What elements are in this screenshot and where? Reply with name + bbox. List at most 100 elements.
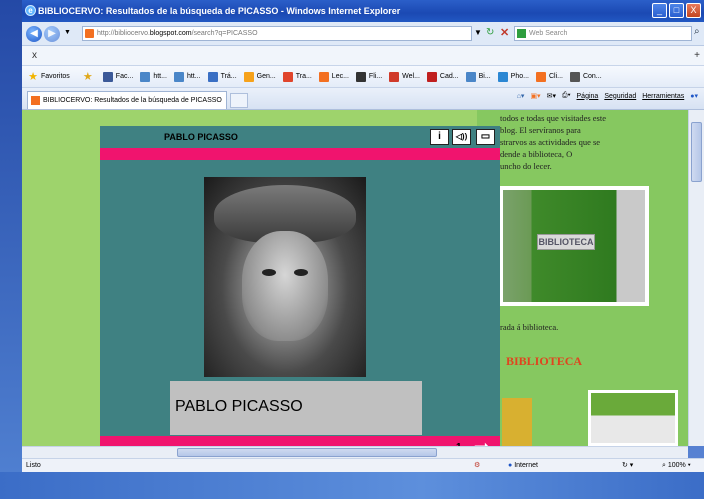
favorite-link-label: Fli... xyxy=(368,73,383,80)
bottom-pink-bar xyxy=(100,436,500,446)
favorite-link-label: Lec... xyxy=(331,73,349,80)
library-photo-window[interactable] xyxy=(588,390,678,446)
feeds-icon[interactable]: ▣▾ xyxy=(530,92,540,100)
favorite-link[interactable]: Bi... xyxy=(465,71,491,82)
portrait-face xyxy=(242,231,328,341)
blogger-favicon-icon xyxy=(31,96,40,105)
forward-button[interactable]: ▶ xyxy=(44,26,60,42)
maximize-button[interactable]: □ xyxy=(669,3,684,18)
horizontal-scrollbar[interactable] xyxy=(22,446,688,458)
favorite-link[interactable]: Wel... xyxy=(389,71,420,82)
blogger-favicon-icon xyxy=(85,29,94,38)
favorite-link[interactable]: Cli... xyxy=(535,71,563,82)
command-bar: ⌂▾ ▣▾ ✉▾ ⎙▾ Página Seguridad Herramienta… xyxy=(511,92,698,100)
stop-icon[interactable]: ✕ xyxy=(500,26,509,39)
picasso-portrait xyxy=(204,177,366,377)
favorite-link[interactable]: htt... xyxy=(173,71,201,82)
security-zone[interactable]: ● Internet xyxy=(508,459,538,472)
library-door-photo[interactable]: BIBLIOTECA xyxy=(499,186,649,306)
mail-icon[interactable]: ✉▾ xyxy=(547,92,556,100)
blog-intro-text: todos e todas que visitades este blog. E… xyxy=(500,112,680,172)
safety-menu[interactable]: Seguridad xyxy=(604,93,636,100)
favorites-button[interactable]: ★ Favoritos xyxy=(28,71,70,82)
url-field[interactable]: http://bibliocervo.blogspot.com/search?q… xyxy=(82,26,472,41)
info-icon[interactable]: i xyxy=(430,129,449,145)
page-icon xyxy=(389,71,400,82)
page-icon xyxy=(535,71,546,82)
favorite-link[interactable]: Con... xyxy=(569,71,602,82)
close-window-button[interactable]: X xyxy=(686,3,701,18)
library-photo-small[interactable] xyxy=(502,398,532,446)
next-arrow-icon[interactable]: ➡ xyxy=(468,438,496,446)
search-provider-icon xyxy=(517,29,526,38)
favorite-link-label: htt... xyxy=(153,73,167,80)
intro-line: uncho do lecer. xyxy=(500,161,552,171)
favorite-link[interactable]: Pho... xyxy=(497,71,529,82)
zoom-control[interactable]: ⌕ 100% ▾ xyxy=(662,459,691,472)
search-input[interactable]: Web Search xyxy=(514,26,692,41)
favorite-link-label: Cad... xyxy=(439,73,459,80)
window-title-bar[interactable]: e BIBLIOCERVO: Resultados de la búsqueda… xyxy=(22,0,704,22)
notification-add-icon[interactable]: + xyxy=(694,46,700,66)
favorite-link-label: Wel... xyxy=(402,73,420,80)
zoom-level: 100% xyxy=(667,462,686,469)
page-content: todos e todas que visitades este blog. E… xyxy=(22,110,688,446)
portrait-eye xyxy=(262,269,276,276)
favorite-link-label: Pho... xyxy=(510,73,529,80)
scroll-thumb[interactable] xyxy=(177,448,437,457)
page-icon xyxy=(426,71,437,82)
url-host: blogspot.com xyxy=(149,30,192,37)
intro-line: strarvos as actividades que se xyxy=(500,137,601,147)
favorite-link-label: Cli... xyxy=(548,73,563,80)
favorite-link-label: Trá... xyxy=(220,73,237,80)
favorite-link-label: Gen... xyxy=(256,73,276,80)
search-placeholder: Web Search xyxy=(529,30,568,37)
help-icon[interactable]: ●▾ xyxy=(690,92,698,100)
new-tab-button[interactable] xyxy=(230,93,248,108)
tab-label: BIBLIOCERVO: Resultados de la búsqueda d… xyxy=(43,97,222,104)
home-icon[interactable]: ⌂▾ xyxy=(517,92,525,100)
url-dropdown-icon[interactable]: ▼ xyxy=(474,28,482,37)
notification-bar: x + xyxy=(22,46,704,66)
favorites-list: ★ xyxy=(83,71,96,82)
history-dropdown-icon[interactable]: ▼ xyxy=(64,29,71,36)
library-sign: BIBLIOTECA xyxy=(537,234,595,250)
add-favorite-icon[interactable]: ★ xyxy=(83,71,93,82)
blogger-icon xyxy=(318,71,329,82)
tools-menu[interactable]: Herramientas xyxy=(642,93,684,100)
fullscreen-icon[interactable]: ▭ xyxy=(476,129,495,145)
favorite-link[interactable]: Gen... xyxy=(243,71,276,82)
favorite-link[interactable]: Cad... xyxy=(426,71,459,82)
protected-mode-icon[interactable]: ↻ ▾ xyxy=(622,459,633,472)
ie-icon xyxy=(173,71,184,82)
page-icon xyxy=(282,71,293,82)
portrait-eye xyxy=(294,269,308,276)
back-button[interactable]: ◀ xyxy=(26,26,42,42)
favorites-label: Favoritos xyxy=(41,73,70,80)
favorite-link[interactable]: Fli... xyxy=(355,71,383,82)
security-icon: ⚙ xyxy=(474,462,481,469)
refresh-icon[interactable]: ↻ xyxy=(486,27,494,38)
favorite-link[interactable]: Fac... xyxy=(102,71,133,82)
address-bar: ◀ ▶ ▼ http://bibliocervo.blogspot.com/se… xyxy=(22,22,704,46)
intro-line: todos e todas que visitades este xyxy=(500,113,606,123)
url-path: /search?q=PICASSO xyxy=(191,30,258,37)
page-menu[interactable]: Página xyxy=(577,93,599,100)
print-icon[interactable]: ⎙▾ xyxy=(562,92,571,100)
favorite-link-label: Tra... xyxy=(295,73,312,80)
favorite-link[interactable]: Tra... xyxy=(282,71,312,82)
vertical-scrollbar[interactable] xyxy=(688,110,704,446)
scroll-thumb[interactable] xyxy=(691,122,702,182)
sound-icon[interactable]: ◁)) xyxy=(452,129,471,145)
tab-bar: BIBLIOCERVO: Resultados de la búsqueda d… xyxy=(22,88,704,110)
page-icon xyxy=(569,71,580,82)
favorite-link[interactable]: Lec... xyxy=(318,71,349,82)
search-icon[interactable]: ⌕ xyxy=(694,26,700,37)
minimize-button[interactable]: _ xyxy=(652,3,667,18)
notification-close-icon[interactable]: x xyxy=(32,50,37,61)
favorite-link[interactable]: htt... xyxy=(140,71,167,82)
intro-line: dende a biblioteca, O xyxy=(500,149,573,159)
favorite-link-label: Con... xyxy=(582,73,602,80)
favorite-link[interactable]: Trá... xyxy=(207,71,237,82)
tab-active[interactable]: BIBLIOCERVO: Resultados de la búsqueda d… xyxy=(27,91,227,109)
